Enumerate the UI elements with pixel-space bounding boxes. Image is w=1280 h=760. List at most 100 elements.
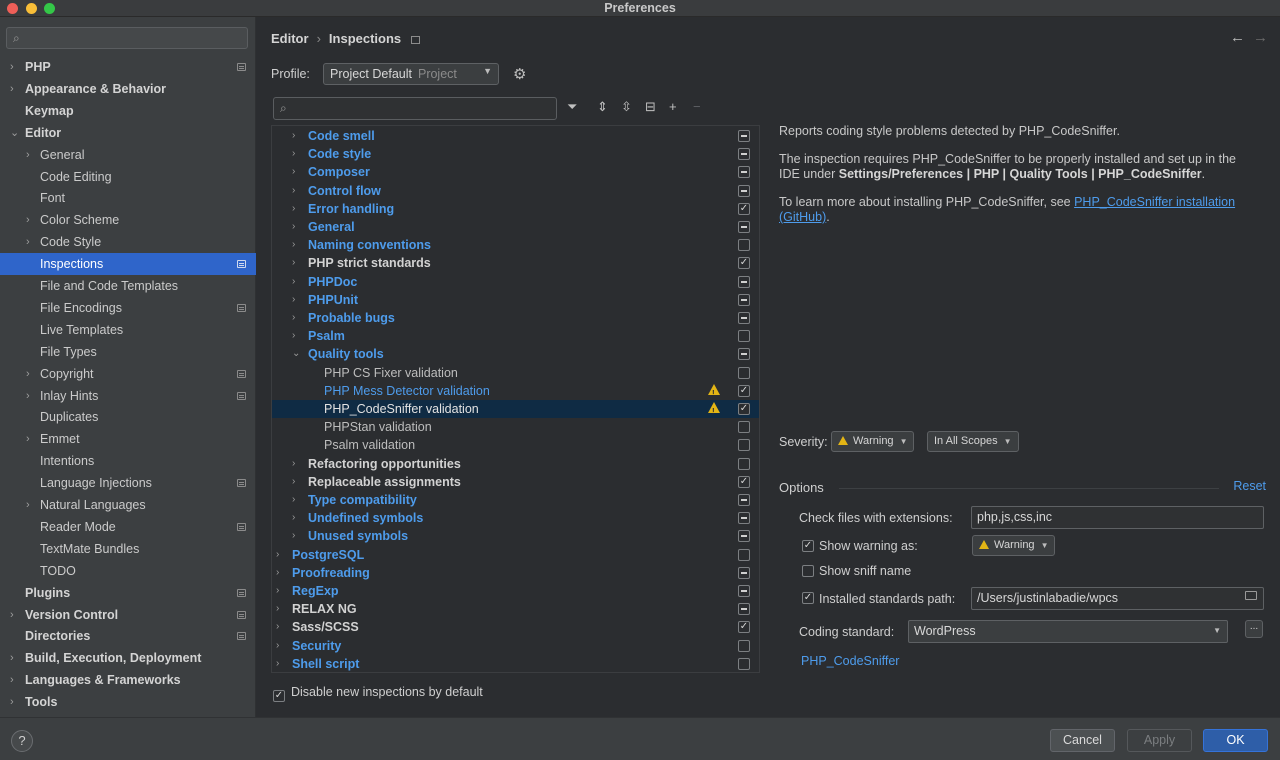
chevron-down-icon[interactable]: ⌄ [292, 345, 300, 363]
chevron-right-icon[interactable]: › [292, 236, 295, 254]
profile-select[interactable]: Project Default Project ▼ [323, 63, 499, 85]
ok-button[interactable]: OK [1203, 729, 1268, 752]
inspection-checkbox[interactable] [738, 457, 750, 470]
help-button[interactable]: ? [11, 730, 33, 752]
inspection-checkbox[interactable] [738, 439, 750, 452]
sidebar-item[interactable]: › Inlay Hints [0, 385, 256, 407]
inspection-checkbox[interactable] [738, 275, 750, 288]
expand-all-icon[interactable]: ⇕ [597, 99, 608, 115]
inspection-checkbox[interactable] [738, 566, 750, 579]
show-warning-checkbox[interactable]: ✓ [802, 540, 814, 552]
chevron-right-icon[interactable]: › [292, 527, 295, 545]
inspection-tree-row[interactable]: › PHP strict standards ✓ [272, 254, 759, 272]
inspection-tree-row[interactable]: › Composer [272, 163, 759, 181]
inspection-checkbox[interactable] [738, 639, 750, 652]
sidebar-item[interactable]: › Copyright [0, 363, 256, 385]
chevron-right-icon[interactable]: › [10, 78, 14, 100]
inspection-tree-row[interactable]: › Undefined symbols [272, 509, 759, 527]
collapse-all-icon[interactable]: ⇳ [621, 99, 632, 115]
forward-arrow-icon[interactable]: → [1253, 29, 1268, 46]
reset-to-default-icon[interactable]: ⊟ [645, 99, 656, 115]
chevron-right-icon[interactable]: › [10, 691, 14, 713]
chevron-right-icon[interactable]: › [10, 647, 14, 669]
show-sniff-name-checkbox[interactable] [802, 565, 814, 577]
inspection-checkbox[interactable] [738, 221, 750, 233]
sidebar-item[interactable]: Reader Mode [0, 516, 256, 538]
inspection-checkbox[interactable] [738, 312, 750, 324]
inspection-checkbox[interactable] [738, 348, 750, 361]
inspection-checkbox[interactable] [738, 130, 750, 142]
sidebar-item[interactable]: File and Code Templates [0, 275, 256, 297]
inspection-tree-row[interactable]: › Error handling ✓ [272, 200, 759, 218]
inspection-checkbox[interactable] [738, 494, 750, 506]
severity-select[interactable]: Warning ▼ [831, 431, 915, 452]
sidebar-item[interactable]: › General [0, 144, 256, 166]
show-warning-select[interactable]: Warning ▼ [972, 535, 1056, 556]
installed-path-checkbox[interactable]: ✓ [802, 592, 814, 604]
chevron-right-icon[interactable]: › [292, 473, 295, 491]
installed-path-field[interactable]: /Users/justinlabadie/wpcs [971, 587, 1264, 610]
reset-link[interactable]: Reset [1233, 479, 1266, 493]
scope-select[interactable]: In All Scopes ▼ [927, 431, 1019, 452]
inspection-tree-row[interactable]: › Proofreading [272, 564, 759, 582]
inspection-checkbox[interactable] [738, 148, 750, 161]
inspection-checkbox[interactable] [738, 166, 750, 179]
chevron-right-icon[interactable]: › [26, 428, 30, 450]
inspection-checkbox[interactable] [738, 184, 750, 197]
chevron-right-icon[interactable]: › [26, 385, 30, 407]
chevron-right-icon[interactable]: › [26, 231, 30, 253]
chevron-right-icon[interactable]: › [292, 291, 295, 309]
inspection-tree-row[interactable]: › PostgreSQL [272, 546, 759, 564]
sidebar-item[interactable]: ⌄ Editor [0, 122, 256, 144]
chevron-down-icon[interactable]: ⌄ [10, 122, 19, 144]
inspection-tree-row[interactable]: › Unused symbols [272, 527, 759, 545]
inspection-checkbox[interactable] [738, 548, 750, 561]
inspection-tree-row[interactable]: PHP CS Fixer validation [272, 364, 759, 382]
sidebar-item[interactable]: › Code Style [0, 231, 256, 253]
sidebar-item[interactable]: TODO [0, 560, 256, 582]
sidebar-item[interactable]: › Build, Execution, Deployment [0, 647, 256, 669]
sidebar-item[interactable]: › Languages & Frameworks [0, 669, 256, 691]
sidebar-item[interactable]: › Tools [0, 691, 256, 713]
inspection-tree-row[interactable]: › Replaceable assignments ✓ [272, 473, 759, 491]
gear-icon[interactable]: ⚙ [513, 65, 526, 83]
browse-coding-standard-button[interactable]: ... [1245, 620, 1263, 638]
inspection-checkbox[interactable] [738, 421, 750, 434]
sidebar-item[interactable]: Duplicates [0, 406, 256, 428]
sidebar-item[interactable]: TextMate Bundles [0, 538, 256, 560]
sidebar-item[interactable]: › Natural Languages [0, 494, 256, 516]
breadcrumb-editor[interactable]: Editor [271, 31, 309, 46]
inspection-tree-row[interactable]: › Refactoring opportunities [272, 455, 759, 473]
inspection-tree-row[interactable]: ⌄ Quality tools [272, 345, 759, 363]
chevron-right-icon[interactable]: › [10, 56, 14, 78]
apply-button[interactable]: Apply [1127, 729, 1192, 752]
inspection-tree-row[interactable]: › Shell script [272, 655, 759, 673]
sidebar-item[interactable]: Plugins [0, 582, 256, 604]
inspection-checkbox[interactable] [738, 603, 750, 616]
chevron-right-icon[interactable]: › [292, 254, 295, 272]
chevron-right-icon[interactable]: › [276, 546, 279, 564]
inspection-checkbox[interactable] [738, 366, 750, 379]
chevron-right-icon[interactable]: › [292, 200, 295, 218]
cancel-button[interactable]: Cancel [1050, 729, 1115, 752]
inspection-checkbox[interactable] [738, 293, 750, 306]
inspection-tree-row[interactable]: PHPStan validation [272, 418, 759, 436]
chevron-right-icon[interactable]: › [292, 327, 295, 345]
sidebar-item[interactable]: Code Editing [0, 166, 256, 188]
coding-standard-select[interactable]: WordPress ▼ [908, 620, 1228, 643]
chevron-right-icon[interactable]: › [292, 182, 295, 200]
settings-search-input[interactable]: ⌕ [6, 27, 248, 49]
sidebar-item[interactable]: Language Injections [0, 472, 256, 494]
sidebar-item[interactable]: › Appearance & Behavior [0, 78, 256, 100]
inspection-checkbox[interactable]: ✓ [738, 403, 750, 415]
sidebar-item[interactable]: Keymap [0, 100, 256, 122]
inspection-tree-row[interactable]: › Sass/SCSS ✓ [272, 618, 759, 636]
chevron-right-icon[interactable]: › [292, 145, 295, 163]
inspection-tree-row[interactable]: PHP Mess Detector validation ✓ [272, 382, 759, 403]
inspection-tree-row[interactable]: › Probable bugs [272, 309, 759, 327]
sidebar-item[interactable]: › PHP [0, 56, 256, 78]
inspection-checkbox[interactable] [738, 657, 750, 670]
inspection-tree-row[interactable]: Psalm validation [272, 436, 759, 454]
inspection-checkbox[interactable] [738, 512, 750, 525]
sidebar-item[interactable]: Inspections [0, 253, 256, 276]
